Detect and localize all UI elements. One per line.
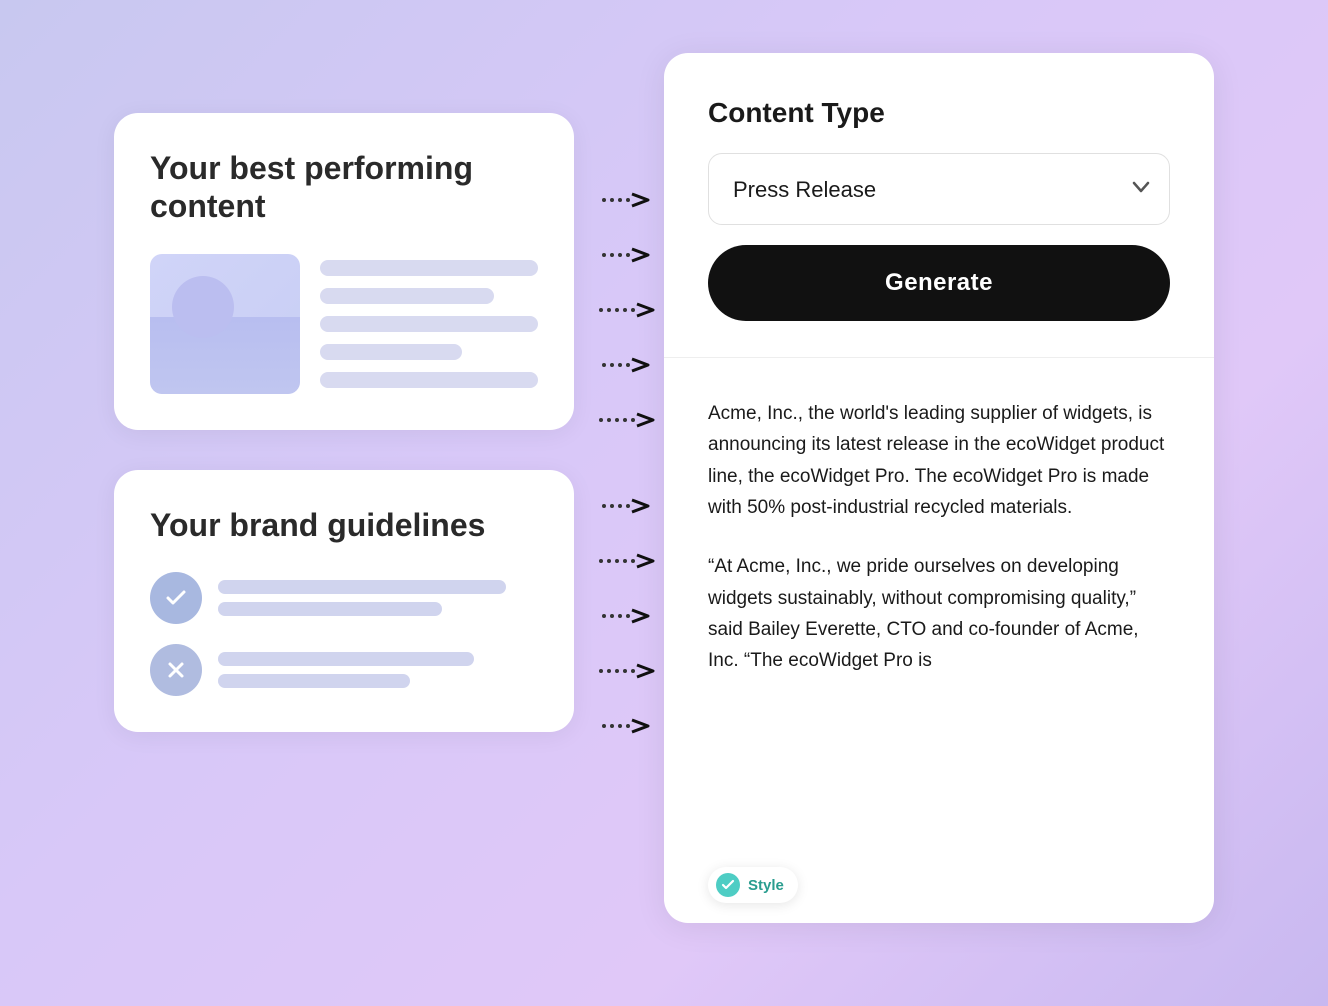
- style-badge-icon: [716, 873, 740, 897]
- arrow-4: [598, 356, 652, 374]
- arrow-2: [598, 246, 652, 264]
- generate-button[interactable]: Generate: [708, 245, 1170, 321]
- brand-row-check: [150, 572, 538, 624]
- brand-lines-2: [218, 652, 538, 688]
- best-content-card: Your best performing content: [114, 113, 574, 430]
- generated-content-section: Acme, Inc., the world's leading supplier…: [664, 358, 1214, 721]
- generated-text: Acme, Inc., the world's leading supplier…: [708, 398, 1170, 677]
- arrow-1: [598, 191, 652, 209]
- brand-line: [218, 580, 506, 594]
- arrows-container: [585, 53, 664, 753]
- left-panel: Your best performing content Your brand …: [114, 53, 585, 732]
- card2-title: Your brand guidelines: [150, 506, 538, 544]
- style-badge[interactable]: Style: [708, 867, 798, 903]
- check-circle: [150, 572, 202, 624]
- card1-illustration: [150, 254, 538, 394]
- brand-row-cross: [150, 644, 538, 696]
- content-line: [320, 372, 538, 388]
- brand-guidelines-card: Your brand guidelines: [114, 470, 574, 732]
- arrow-5: [595, 411, 655, 429]
- right-panel: Content Type Press Release Blog Post Soc…: [664, 53, 1214, 923]
- cross-circle: [150, 644, 202, 696]
- select-wrapper: Press Release Blog Post Social Media Pos…: [708, 153, 1170, 225]
- content-line: [320, 260, 538, 276]
- arrow-6: [598, 497, 652, 515]
- brand-lines-1: [218, 580, 538, 616]
- brand-line: [218, 674, 410, 688]
- paragraph-2: “At Acme, Inc., we pride ourselves on de…: [708, 551, 1170, 676]
- style-badge-label: Style: [748, 877, 784, 894]
- content-type-select[interactable]: Press Release Blog Post Social Media Pos…: [708, 153, 1170, 225]
- content-type-heading: Content Type: [708, 97, 1170, 129]
- brand-line: [218, 652, 474, 666]
- content-line: [320, 288, 494, 304]
- brand-line: [218, 602, 442, 616]
- image-placeholder: [150, 254, 300, 394]
- arrow-8: [598, 607, 652, 625]
- arrow-3: [595, 301, 655, 319]
- card1-lines: [320, 260, 538, 388]
- card2-illustration: [150, 572, 538, 696]
- arrow-9: [595, 662, 655, 680]
- arrow-10: [598, 717, 652, 735]
- arrow-7: [595, 552, 655, 570]
- content-line: [320, 316, 538, 332]
- card1-title: Your best performing content: [150, 149, 538, 226]
- content-line: [320, 344, 462, 360]
- content-type-section: Content Type Press Release Blog Post Soc…: [664, 53, 1214, 358]
- paragraph-1: Acme, Inc., the world's leading supplier…: [708, 398, 1170, 523]
